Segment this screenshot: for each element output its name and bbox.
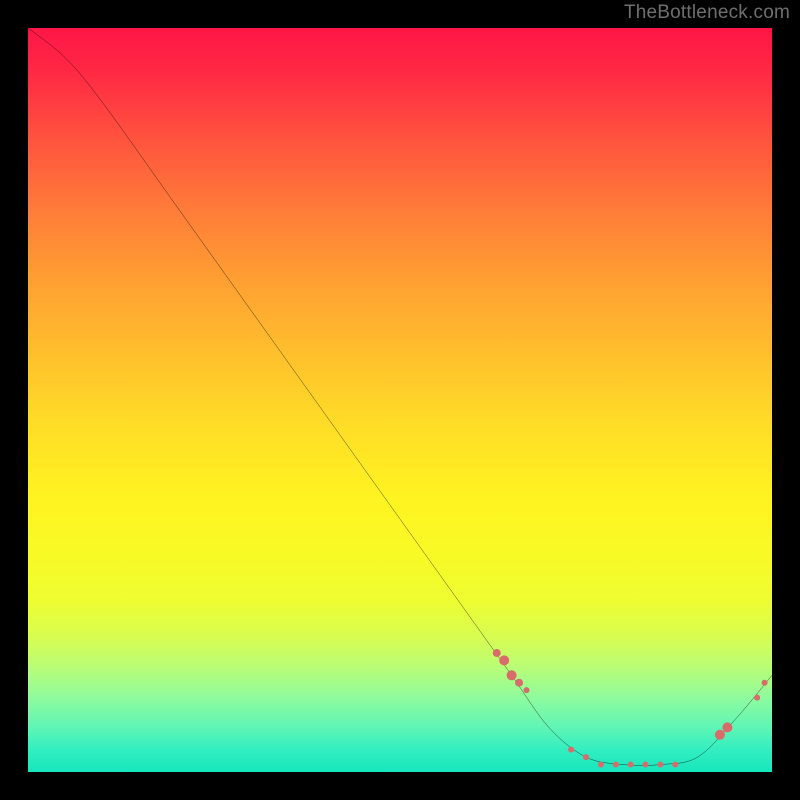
marker-dot	[583, 754, 589, 760]
marker-dot	[499, 655, 509, 665]
bottleneck-curve	[28, 28, 772, 766]
marker-dot	[754, 695, 760, 701]
marker-dot	[722, 722, 732, 732]
marker-dot	[598, 762, 604, 768]
marker-dot	[493, 649, 501, 657]
marker-dot	[672, 762, 678, 768]
marker-dot	[523, 687, 529, 693]
marker-dot	[657, 762, 663, 768]
marker-dot	[568, 747, 574, 753]
marker-dot	[762, 680, 768, 686]
marker-dot	[628, 762, 634, 768]
plot-area	[28, 28, 772, 772]
marker-dot	[507, 670, 517, 680]
marker-dot	[515, 679, 523, 687]
marker-dot	[715, 730, 725, 740]
chart-svg	[28, 28, 772, 772]
watermark-text: TheBottleneck.com	[624, 2, 790, 24]
chart-frame: TheBottleneck.com	[0, 0, 800, 800]
marker-dot	[643, 762, 649, 768]
marker-dot	[613, 762, 619, 768]
